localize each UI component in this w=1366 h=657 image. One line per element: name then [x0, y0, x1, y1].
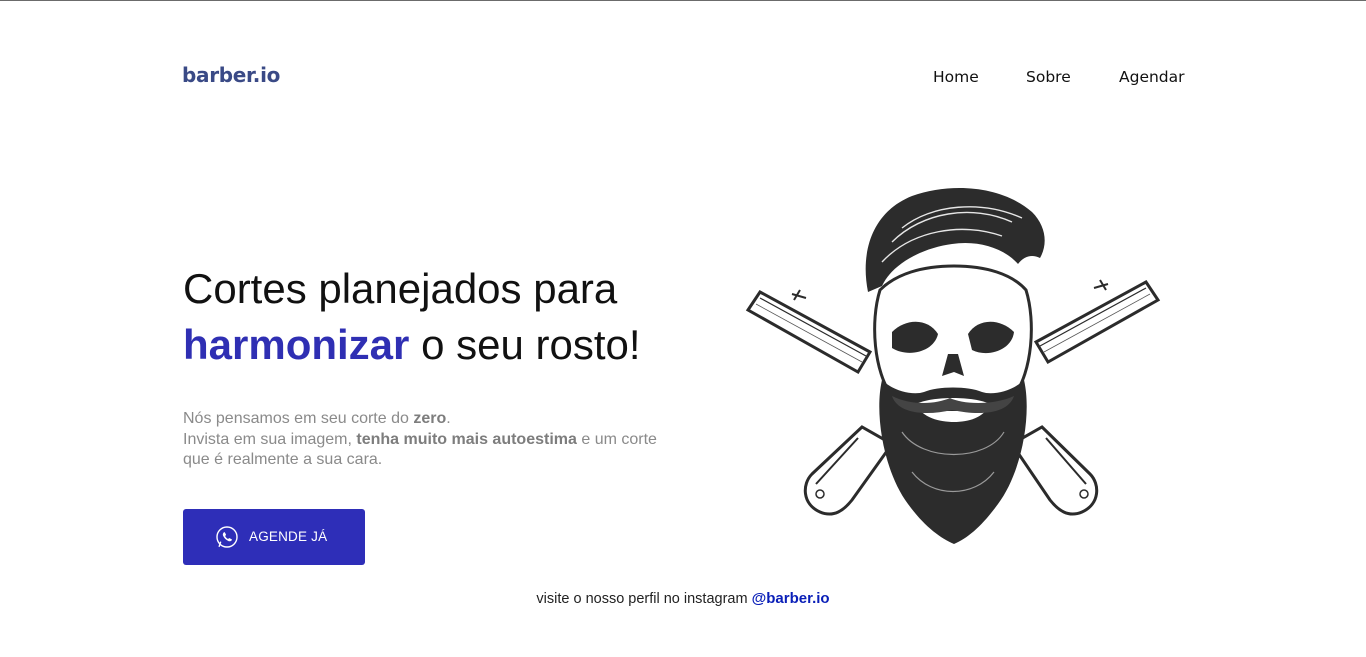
instagram-link[interactable]: @barber.io	[752, 590, 830, 607]
whatsapp-icon	[216, 526, 238, 548]
schedule-button[interactable]: AGENDE JÁ	[183, 509, 365, 565]
desc-text: que é realmente a sua cara.	[183, 451, 383, 468]
desc-text: Nós pensamos em seu corte do	[183, 410, 414, 427]
desc-bold: tenha muito mais autoestima	[356, 430, 577, 448]
hero-title-accent: harmonizar	[183, 321, 410, 368]
desc-text: e um corte	[576, 430, 657, 448]
nav-agendar[interactable]: Agendar	[1119, 68, 1185, 86]
nav-sobre[interactable]: Sobre	[1026, 68, 1071, 86]
desc-bold: zero	[413, 410, 447, 427]
hero-title: Cortes planejados para harmonizar o seu …	[183, 261, 641, 373]
hero-title-line1: Cortes planejados para	[183, 265, 618, 312]
desc-text: Invista em sua imagem,	[183, 430, 357, 448]
instagram-text: visite o nosso perfil no instagram	[536, 591, 748, 607]
skull-razors-illustration	[745, 188, 1161, 544]
desc-text: .	[446, 410, 451, 427]
razor-right	[1009, 279, 1161, 516]
nav-home[interactable]: Home	[933, 68, 979, 86]
hero-description: Nós pensamos em seu corte do zero. Invis…	[183, 409, 743, 471]
main-nav: Home Sobre Agendar	[0, 68, 1366, 90]
instagram-note: visite o nosso perfil no instagram @barb…	[0, 590, 1366, 607]
top-border	[0, 0, 1366, 1]
schedule-button-label: AGENDE JÁ	[249, 529, 328, 544]
hero-title-line2: o seu rosto!	[421, 321, 641, 368]
razor-left	[745, 289, 895, 516]
